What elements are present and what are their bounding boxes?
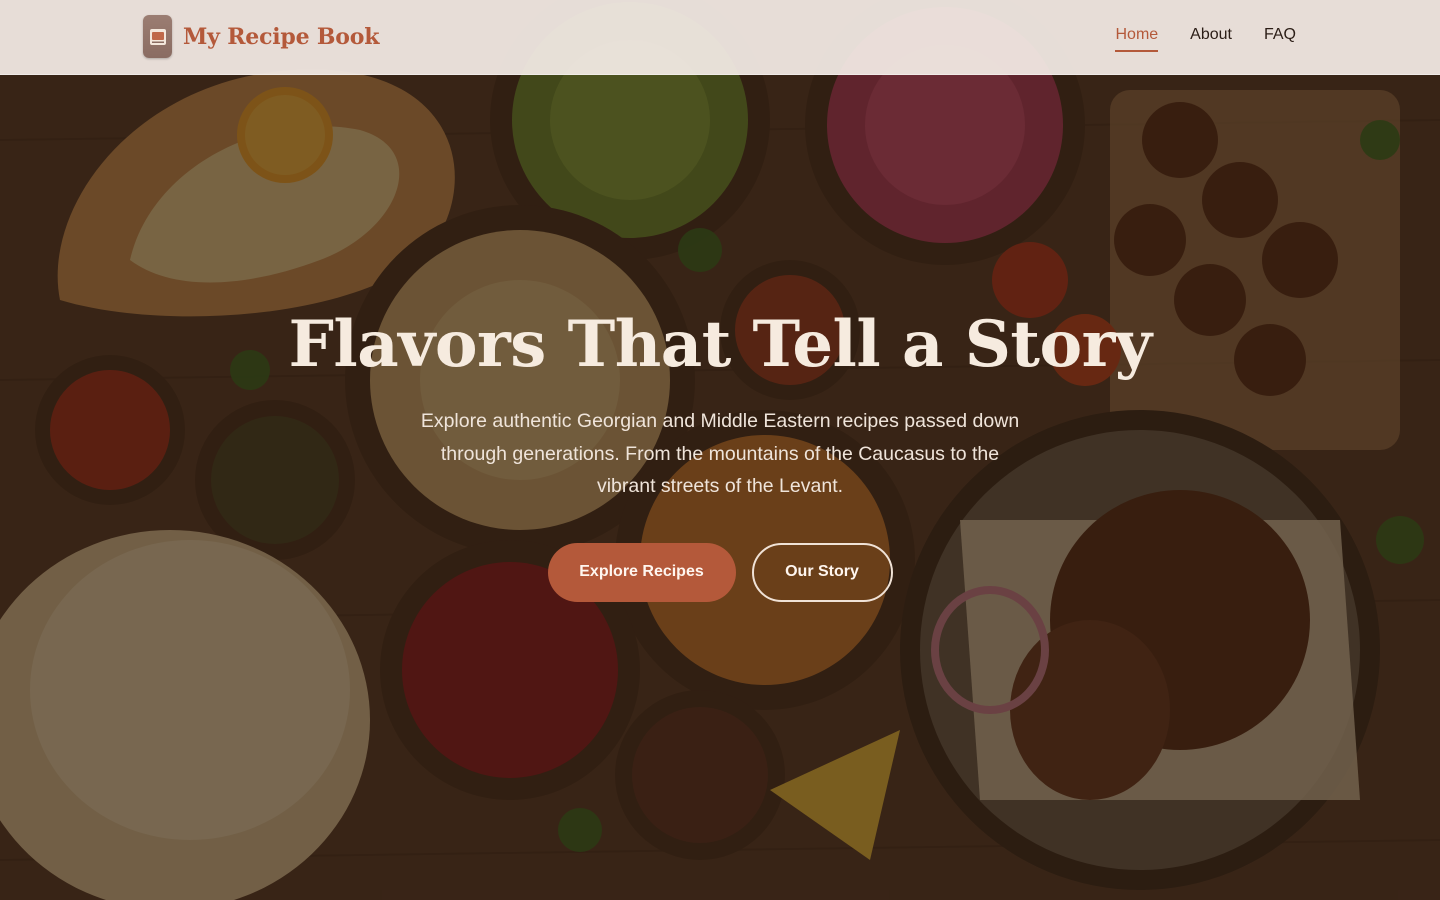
hero-content: Flavors That Tell a Story Explore authen…	[0, 305, 1440, 602]
explore-recipes-button[interactable]: Explore Recipes	[547, 542, 736, 602]
main-nav: Home About FAQ	[1115, 26, 1296, 52]
brand-name: My Recipe Book	[183, 23, 380, 50]
hero-title: Flavors That Tell a Story	[288, 307, 1152, 382]
site-header: My Recipe Book Home About FAQ	[0, 0, 1440, 75]
hero-actions: Explore Recipes Our Story	[0, 542, 1440, 602]
recipe-book-logo-icon	[143, 15, 172, 58]
nav-faq[interactable]: FAQ	[1264, 26, 1296, 52]
brand-home-link[interactable]: My Recipe Book	[143, 15, 379, 58]
nav-about[interactable]: About	[1190, 26, 1232, 52]
nav-home[interactable]: Home	[1115, 26, 1159, 52]
our-story-button[interactable]: Our Story	[751, 542, 893, 602]
hero-subtitle: Explore authentic Georgian and Middle Ea…	[420, 410, 1020, 497]
hero-section: Flavors That Tell a Story Explore authen…	[0, 0, 1440, 900]
